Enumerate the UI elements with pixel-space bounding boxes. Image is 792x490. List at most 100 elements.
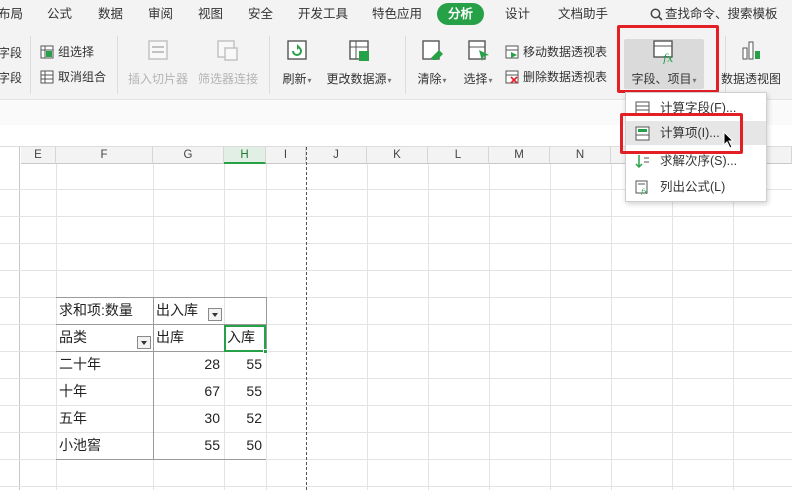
grid-line xyxy=(611,164,612,490)
menu-formula[interactable]: 公式 xyxy=(47,0,72,28)
move-pivot-table-button[interactable]: 移动数据透视表 xyxy=(505,42,607,62)
menu-review[interactable]: 审阅 xyxy=(148,0,173,28)
delete-pivot-table-label: 删除数据透视表 xyxy=(523,70,608,84)
change-data-source-label: 更改数据源 xyxy=(326,72,387,86)
change-data-source-button[interactable]: 更改数据源▾ xyxy=(322,38,396,87)
pivot-border xyxy=(56,459,266,460)
group-selection-button[interactable]: 组选择 xyxy=(40,42,94,62)
row-header-strip[interactable] xyxy=(0,147,20,490)
column-header-j[interactable]: J xyxy=(306,147,367,164)
select-button[interactable]: 选择▾ xyxy=(458,38,498,87)
group-icon xyxy=(40,45,54,59)
pivot-row-label[interactable]: 十年 xyxy=(56,378,153,404)
refresh-button[interactable]: 刷新▾ xyxy=(278,38,316,87)
menu-view[interactable]: 视图 xyxy=(198,0,223,28)
pivot-row-label[interactable]: 五年 xyxy=(56,405,153,431)
clear-button[interactable]: 清除▾ xyxy=(412,38,452,87)
column-header-e[interactable]: E xyxy=(21,147,56,164)
menu-special-apps[interactable]: 特色应用 xyxy=(372,0,422,28)
column-header-g[interactable]: G xyxy=(153,147,224,164)
row-filter-dropdown-icon[interactable] xyxy=(137,336,151,349)
ungroup-label: 取消组合 xyxy=(58,70,107,84)
pivot-value-cell[interactable]: 55 xyxy=(224,351,266,377)
mouse-cursor-icon xyxy=(723,131,735,149)
chevron-down-icon: ▾ xyxy=(387,76,392,85)
grid-line xyxy=(0,216,792,217)
field-list-button-bottom[interactable]: 字段 xyxy=(0,68,22,88)
insert-slicer-label: 插入切片器 xyxy=(127,72,188,86)
pivot-chart-button[interactable]: 数据透视图 xyxy=(719,38,783,87)
column-header-f[interactable]: F xyxy=(56,147,153,164)
pivot-value-cell[interactable]: 30 xyxy=(153,405,224,431)
chevron-down-icon: ▾ xyxy=(307,76,312,85)
select-label: 选择 xyxy=(463,72,488,86)
pivot-border xyxy=(266,297,267,351)
list-formulas-item[interactable]: fx 列出公式(L) xyxy=(626,175,766,199)
eraser-icon xyxy=(422,40,443,60)
fill-handle[interactable] xyxy=(263,349,268,354)
search-icon xyxy=(650,8,663,21)
filter-connection-label: 筛选器连接 xyxy=(197,72,258,86)
ungroup-button[interactable]: 取消组合 xyxy=(40,67,106,87)
grid-line xyxy=(733,164,734,490)
menu-layout[interactable]: 布局 xyxy=(0,0,23,28)
column-header-h[interactable]: H xyxy=(224,147,266,164)
pivot-value-cell[interactable]: 50 xyxy=(224,432,266,458)
pivot-row-label[interactable]: 小池窖 xyxy=(56,432,153,458)
refresh-icon xyxy=(287,40,307,60)
sort-order-icon xyxy=(635,155,649,169)
pivot-value-cell[interactable]: 55 xyxy=(224,378,266,404)
slicer-icon xyxy=(148,40,168,60)
column-filter-dropdown-icon[interactable] xyxy=(208,308,222,321)
grid-line xyxy=(672,164,673,490)
data-source-icon xyxy=(349,40,369,61)
grid-line xyxy=(0,243,792,244)
pivot-value-cell[interactable]: 28 xyxy=(153,351,224,377)
filter-connection-button[interactable]: 筛选器连接 xyxy=(196,38,260,87)
field-list-button-top[interactable]: 字段 xyxy=(0,43,22,63)
column-header-i[interactable]: I xyxy=(266,147,306,164)
svg-text:fx: fx xyxy=(640,188,648,195)
pivot-chart-label: 数据透视图 xyxy=(720,72,781,86)
column-header-m[interactable]: M xyxy=(489,147,550,164)
column-header-l[interactable]: L xyxy=(428,147,489,164)
grid-line xyxy=(0,270,792,271)
pivot-value-cell[interactable]: 55 xyxy=(153,432,224,458)
ribbon-separator xyxy=(269,36,270,94)
column-header-k[interactable]: K xyxy=(367,147,428,164)
solve-order-label: 求解次序(S)... xyxy=(660,154,738,168)
menu-security[interactable]: 安全 xyxy=(248,0,273,28)
menu-bar: 布局 公式 数据 审阅 视图 安全 开发工具 特色应用 分析 设计 文档助手 查… xyxy=(0,0,792,28)
command-search[interactable]: 查找命令、搜索模板 xyxy=(650,0,778,28)
pivot-row-label[interactable]: 二十年 xyxy=(56,351,153,377)
grid-line xyxy=(367,164,368,490)
pivot-value-header[interactable]: 求和项:数量 xyxy=(56,297,153,323)
menu-analyze[interactable]: 分析 xyxy=(437,3,485,25)
select-icon xyxy=(468,40,489,61)
column-header-n[interactable]: N xyxy=(550,147,611,164)
bar-chart-icon xyxy=(742,41,760,60)
list-formulas-label: 列出公式(L) xyxy=(660,180,726,194)
ribbon-separator xyxy=(30,36,31,94)
menu-data[interactable]: 数据 xyxy=(98,0,123,28)
ribbon-separator xyxy=(405,36,406,94)
insert-slicer-button[interactable]: 插入切片器 xyxy=(127,38,189,87)
clear-label: 清除 xyxy=(417,72,442,86)
delete-pivot-table-button[interactable]: 删除数据透视表 xyxy=(505,67,607,87)
pivot-value-cell[interactable]: 67 xyxy=(153,378,224,404)
ribbon-separator xyxy=(117,36,118,94)
menu-design[interactable]: 设计 xyxy=(505,0,530,28)
group-selection-label: 组选择 xyxy=(58,45,95,59)
move-pivot-table-label: 移动数据透视表 xyxy=(523,45,608,59)
grid-line xyxy=(428,164,429,490)
filter-connection-icon xyxy=(217,40,238,61)
menu-developer[interactable]: 开发工具 xyxy=(298,0,348,28)
move-icon xyxy=(505,45,519,59)
pivot-value-cell[interactable]: 52 xyxy=(224,405,266,431)
grid-line xyxy=(0,486,792,487)
ungroup-icon xyxy=(40,70,54,84)
pivot-col-out[interactable]: 出库 xyxy=(153,324,224,350)
menu-doc-assistant[interactable]: 文档助手 xyxy=(558,0,608,28)
grid-line xyxy=(550,164,551,490)
refresh-label: 刷新 xyxy=(282,72,307,86)
